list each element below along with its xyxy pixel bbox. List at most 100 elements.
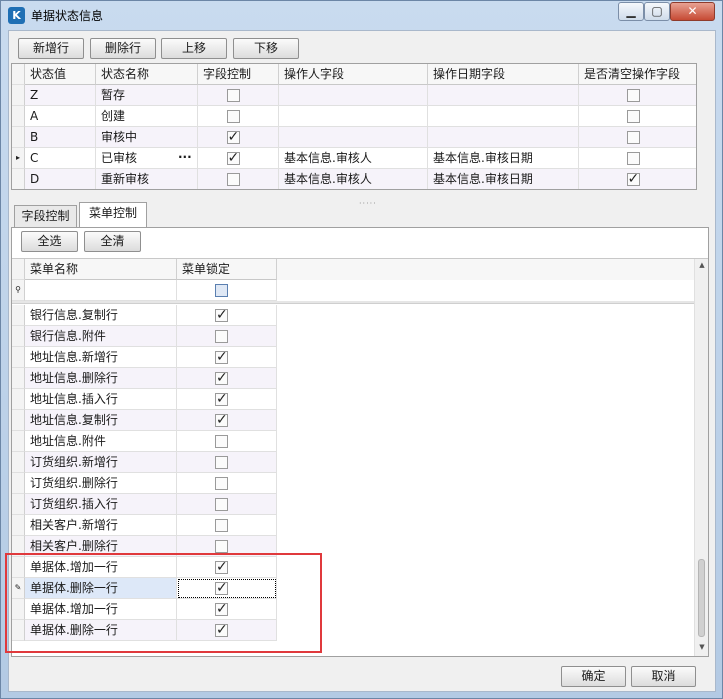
vertical-scrollbar[interactable]: ▲ ▼ bbox=[694, 259, 708, 656]
menu-row[interactable]: 银行信息.附件 bbox=[12, 326, 277, 347]
row-indicator[interactable] bbox=[12, 326, 25, 347]
cell-date-field[interactable] bbox=[428, 106, 579, 127]
menu-name-cell[interactable]: 地址信息.新增行 bbox=[25, 347, 177, 368]
status-row[interactable]: ▸ C 已审核 基本信息.审核人 基本信息.审核日期 ··· bbox=[12, 148, 696, 169]
menu-name-cell[interactable]: 相关客户.新增行 bbox=[25, 515, 177, 536]
lock-checkbox[interactable] bbox=[215, 305, 228, 325]
cell-value[interactable]: D bbox=[25, 169, 96, 189]
lock-checkbox[interactable] bbox=[215, 498, 228, 511]
cell-date-field[interactable]: 基本信息.审核日期 bbox=[428, 169, 579, 189]
menu-row[interactable]: 订货组织.删除行 bbox=[12, 473, 277, 494]
cell-value[interactable]: C bbox=[25, 148, 96, 169]
row-indicator[interactable] bbox=[12, 452, 25, 473]
row-indicator[interactable] bbox=[12, 169, 25, 189]
row-indicator[interactable] bbox=[12, 305, 25, 326]
row-indicator[interactable] bbox=[12, 368, 25, 389]
lock-checkbox[interactable] bbox=[215, 456, 228, 469]
lock-checkbox[interactable] bbox=[215, 519, 228, 532]
scroll-up-icon[interactable]: ▲ bbox=[697, 261, 707, 269]
menu-row[interactable]: 地址信息.附件 bbox=[12, 431, 277, 452]
menu-name-cell[interactable]: 地址信息.插入行 bbox=[25, 389, 177, 410]
row-indicator[interactable]: ▸ bbox=[12, 148, 25, 169]
status-row[interactable]: A 创建 bbox=[12, 106, 696, 127]
menu-row[interactable]: 订货组织.插入行 bbox=[12, 494, 277, 515]
checkbox[interactable] bbox=[626, 152, 640, 165]
row-indicator[interactable] bbox=[12, 389, 25, 410]
cell-name[interactable]: 暂存 bbox=[96, 85, 198, 106]
column-header[interactable]: 状态名称 bbox=[96, 64, 198, 85]
column-header[interactable]: 操作日期字段 bbox=[428, 64, 579, 85]
lock-checkbox[interactable] bbox=[215, 347, 228, 367]
row-indicator[interactable] bbox=[12, 347, 25, 368]
cell-operator-field[interactable] bbox=[279, 85, 428, 106]
cell-value[interactable]: B bbox=[25, 127, 96, 148]
menu-name-cell[interactable]: 地址信息.附件 bbox=[25, 431, 177, 452]
close-button[interactable]: ✕ bbox=[670, 2, 715, 21]
checkbox[interactable] bbox=[226, 89, 240, 102]
splitter-grip[interactable]: ····· bbox=[359, 199, 377, 208]
menu-name-cell[interactable]: 地址信息.复制行 bbox=[25, 410, 177, 431]
cell-operator-field[interactable]: 基本信息.审核人 bbox=[279, 148, 428, 169]
menu-row[interactable]: 地址信息.插入行 bbox=[12, 389, 277, 410]
cell-date-field[interactable] bbox=[428, 127, 579, 148]
lock-checkbox[interactable] bbox=[215, 435, 228, 448]
menu-row[interactable]: 地址信息.删除行 bbox=[12, 368, 277, 389]
cell-operator-field[interactable] bbox=[279, 127, 428, 148]
scroll-down-icon[interactable]: ▼ bbox=[697, 643, 707, 651]
maximize-button[interactable]: ▢ bbox=[644, 2, 670, 21]
row-indicator[interactable] bbox=[12, 515, 25, 536]
menu-name-cell[interactable]: 订货组织.新增行 bbox=[25, 452, 177, 473]
menu-row[interactable]: 银行信息.复制行 bbox=[12, 305, 277, 326]
status-row[interactable]: Z 暂存 bbox=[12, 85, 696, 106]
menu-name-cell[interactable]: 银行信息.复制行 bbox=[25, 305, 177, 326]
status-row[interactable]: D 重新审核 基本信息.审核人 基本信息.审核日期 bbox=[12, 169, 696, 189]
row-indicator[interactable] bbox=[12, 127, 25, 148]
menu-row[interactable]: 地址信息.新增行 bbox=[12, 347, 277, 368]
lock-checkbox[interactable] bbox=[215, 368, 228, 388]
cell-date-field[interactable] bbox=[428, 85, 579, 106]
checkbox[interactable] bbox=[226, 127, 240, 147]
cell-value[interactable]: A bbox=[25, 106, 96, 127]
lock-checkbox[interactable] bbox=[215, 540, 228, 553]
delete-row-button[interactable]: 删除行 bbox=[90, 38, 156, 59]
move-down-button[interactable]: 下移 bbox=[233, 38, 299, 59]
column-header[interactable]: 菜单名称 bbox=[25, 259, 177, 280]
filter-lock-checkbox[interactable] bbox=[215, 284, 228, 297]
menu-row[interactable]: 相关客户.新增行 bbox=[12, 515, 277, 536]
lock-checkbox[interactable] bbox=[215, 330, 228, 343]
cell-name[interactable]: 审核中 bbox=[96, 127, 198, 148]
tab-field-control[interactable]: 字段控制 bbox=[14, 205, 77, 228]
ok-button[interactable]: 确定 bbox=[561, 666, 626, 687]
row-indicator[interactable] bbox=[12, 473, 25, 494]
menu-name-cell[interactable]: 银行信息.附件 bbox=[25, 326, 177, 347]
filter-row[interactable]: ⚲ bbox=[12, 280, 694, 301]
menu-row[interactable]: 地址信息.复制行 bbox=[12, 410, 277, 431]
row-indicator[interactable] bbox=[12, 410, 25, 431]
cell-operator-field[interactable] bbox=[279, 106, 428, 127]
scrollbar-thumb[interactable] bbox=[698, 559, 705, 637]
checkbox[interactable] bbox=[226, 148, 240, 168]
checkbox[interactable] bbox=[226, 173, 240, 186]
menu-name-cell[interactable]: 订货组织.插入行 bbox=[25, 494, 177, 515]
checkbox[interactable] bbox=[226, 110, 240, 123]
column-header[interactable]: 状态值 bbox=[25, 64, 96, 85]
lock-checkbox[interactable] bbox=[215, 477, 228, 490]
lock-checkbox[interactable] bbox=[215, 389, 228, 409]
cancel-button[interactable]: 取消 bbox=[631, 666, 696, 687]
row-indicator[interactable] bbox=[12, 106, 25, 127]
cell-value[interactable]: Z bbox=[25, 85, 96, 106]
menu-name-cell[interactable]: 订货组织.删除行 bbox=[25, 473, 177, 494]
lock-checkbox[interactable] bbox=[215, 410, 228, 430]
cell-name[interactable]: 创建 bbox=[96, 106, 198, 127]
menu-row[interactable]: 订货组织.新增行 bbox=[12, 452, 277, 473]
row-indicator[interactable] bbox=[12, 85, 25, 106]
cell-date-field[interactable]: 基本信息.审核日期 bbox=[428, 148, 579, 169]
row-indicator[interactable] bbox=[12, 431, 25, 452]
column-header[interactable]: 字段控制 bbox=[198, 64, 279, 85]
ellipsis-button[interactable]: ··· bbox=[178, 148, 192, 167]
add-row-button[interactable]: 新增行 bbox=[18, 38, 84, 59]
column-header[interactable]: 是否清空操作字段 bbox=[579, 64, 696, 85]
select-all-button[interactable]: 全选 bbox=[21, 231, 78, 252]
status-row[interactable]: B 审核中 bbox=[12, 127, 696, 148]
row-indicator[interactable] bbox=[12, 494, 25, 515]
